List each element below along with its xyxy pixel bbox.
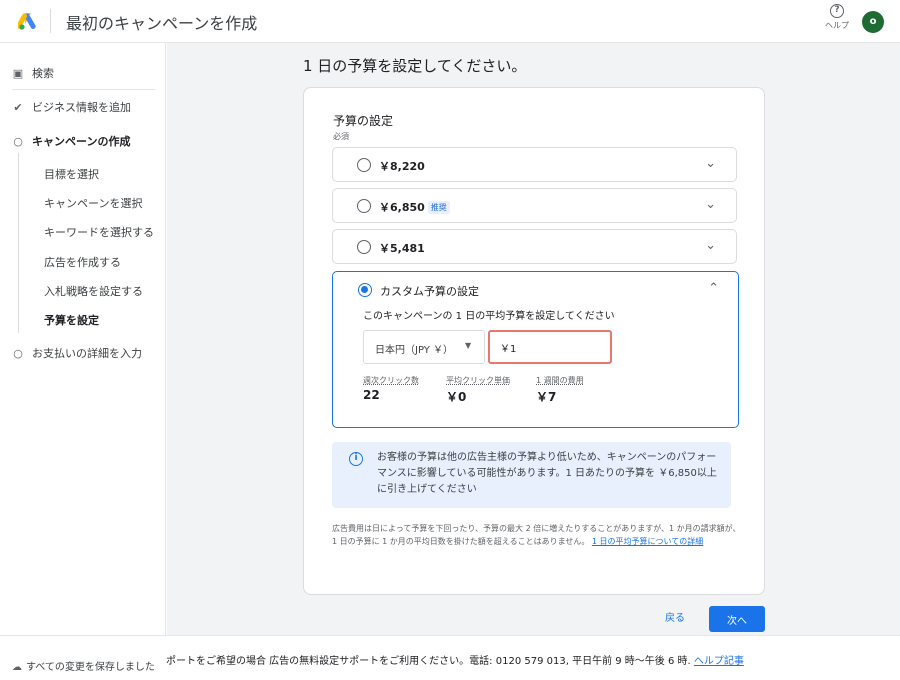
sidebar-item-search[interactable]: ▣ 検索 — [12, 65, 54, 81]
page-header-title: 最初のキャンペーンを作成 — [66, 14, 258, 33]
google-ads-logo — [18, 13, 36, 30]
check-circle-icon: ✔ — [13, 101, 23, 114]
radio-button[interactable] — [357, 199, 371, 213]
header-divider — [50, 9, 51, 33]
sidebar-step-keywords[interactable]: キーワードを選択する — [44, 224, 154, 240]
fine-print: 広告費用は日によって予算を下回ったり、予算の最大 2 倍に増えたりすることがあり… — [332, 523, 742, 548]
back-button[interactable]: 戻る — [665, 609, 685, 624]
help-article-link[interactable]: ヘルプ記事 — [694, 656, 744, 667]
budget-amount: ￥5,481 — [379, 242, 425, 255]
sidebar-item-label: 検索 — [32, 67, 54, 80]
budget-amount: ￥6,850 — [379, 201, 425, 214]
circle-icon: ○ — [13, 347, 23, 360]
custom-budget-label: カスタム予算の設定 — [380, 285, 479, 298]
sidebar-item-label: お支払いの詳細を入力 — [32, 347, 142, 360]
sidebar: ▣ 検索 ✔ ビジネス情報を追加 ○ キャンペーンの作成 目標を選択 キャンペーンを選… — [0, 43, 166, 635]
sidebar-item-add-business[interactable]: ✔ ビジネス情報を追加 — [12, 99, 131, 115]
help-icon: ? — [830, 4, 844, 18]
avatar[interactable]: o — [862, 11, 884, 33]
sidebar-item-label: キャンペーンの作成 — [32, 135, 131, 148]
sidebar-divider — [12, 89, 155, 90]
custom-budget-description: このキャンペーンの 1 日の平均予算を設定してください — [363, 311, 615, 322]
low-budget-alert: i お客様の予算は他の広告主様の予算より低いため、キャンペーンのパフォーマンスに… — [332, 442, 731, 508]
stat-label: 平均クリック単価 — [446, 376, 510, 385]
currency-select[interactable]: 日本円（JPY ￥） ▼ — [363, 330, 485, 364]
alert-text: お客様の予算は他の広告主様の予算より低いため、キャンペーンのパフォーマンスに影響… — [377, 452, 717, 495]
budget-option-1[interactable]: ￥8,220 ⌄ — [332, 147, 737, 182]
stat-label: 週次クリック数 — [363, 376, 419, 385]
budget-card: 予算の設定 必須 ￥8,220 ⌄ ￥6,850 推奨 ⌄ ￥5,481 ⌄ カス… — [303, 87, 765, 595]
app-header: 最初のキャンペーンを作成 ? ヘルプ o — [0, 0, 900, 43]
currency-value: 日本円（JPY ￥） — [375, 345, 454, 356]
budget-amount-wrapper: ￥6,850 推奨 — [379, 199, 450, 215]
sidebar-item-label: ビジネス情報を追加 — [32, 101, 131, 114]
required-label: 必須 — [333, 132, 349, 141]
support-banner: ポートをご希望の場合 広告の無料設定サポートをご利用ください。電話: 0120 … — [166, 652, 744, 667]
footer: ☁ すべての変更を保存しました ポートをご希望の場合 広告の無料設定サポートをご利… — [0, 635, 900, 680]
custom-budget-panel: カスタム予算の設定 ⌃ このキャンペーンの 1 日の平均予算を設定してください … — [332, 271, 739, 428]
recommended-badge: 推奨 — [427, 201, 450, 214]
section-title: 予算の設定 — [333, 114, 394, 128]
stat-weekly-clicks: 週次クリック数 22 — [363, 375, 419, 402]
budget-amount-input[interactable] — [488, 330, 612, 364]
info-icon: i — [349, 452, 363, 466]
budget-amount: ￥8,220 — [379, 160, 425, 173]
save-status-text: すべての変更を保存しました — [26, 662, 155, 673]
sidebar-step-rail — [18, 153, 19, 333]
sidebar-step-bidding[interactable]: 入札戦略を設定する — [44, 283, 143, 299]
next-button[interactable]: 次へ — [709, 606, 765, 632]
budget-option-2[interactable]: ￥6,850 推奨 ⌄ — [332, 188, 737, 223]
sidebar-step-goal[interactable]: 目標を選択 — [44, 166, 99, 182]
sidebar-item-payment[interactable]: ○ お支払いの詳細を入力 — [12, 345, 142, 361]
main-content: 1 日の予算を設定してください。 予算の設定 必須 ￥8,220 ⌄ ￥6,85… — [167, 43, 900, 635]
circle-icon: ○ — [13, 135, 23, 148]
page-title: 1 日の予算を設定してください。 — [303, 57, 527, 75]
chevron-down-icon[interactable]: ⌄ — [705, 197, 716, 212]
save-status: ☁ すべての変更を保存しました — [12, 658, 155, 673]
chevron-down-icon[interactable]: ⌄ — [705, 156, 716, 171]
chevron-up-icon[interactable]: ⌃ — [708, 281, 719, 296]
radio-button[interactable] — [357, 240, 371, 254]
support-text: ポートをご希望の場合 広告の無料設定サポートをご利用ください。電話: 0120 … — [166, 656, 691, 667]
radio-button[interactable] — [357, 158, 371, 172]
sidebar-step-ads[interactable]: 広告を作成する — [44, 254, 121, 270]
search-icon: ▣ — [12, 67, 24, 80]
stat-value: 22 — [363, 388, 380, 402]
sidebar-step-campaign[interactable]: キャンペーンを選択 — [44, 195, 142, 211]
budget-help-link[interactable]: 1 日の平均予算についての詳細 — [592, 537, 703, 546]
sidebar-step-budget[interactable]: 予算を設定 — [44, 312, 99, 328]
dropdown-arrow-icon: ▼ — [465, 341, 472, 350]
stat-value: ￥0 — [446, 390, 467, 404]
stat-avg-cpc: 平均クリック単価 ￥0 — [446, 375, 510, 405]
budget-option-3[interactable]: ￥5,481 ⌄ — [332, 229, 737, 264]
radio-button-selected[interactable] — [358, 283, 372, 297]
stat-label: 1 週間の費用 — [536, 376, 584, 385]
help-button[interactable]: ? ヘルプ — [820, 4, 854, 31]
stat-weekly-cost: 1 週間の費用 ￥7 — [536, 375, 584, 405]
chevron-down-icon[interactable]: ⌄ — [705, 238, 716, 253]
sidebar-item-campaign-create[interactable]: ○ キャンペーンの作成 — [12, 133, 130, 149]
cloud-icon: ☁ — [12, 662, 22, 673]
stat-value: ￥7 — [536, 390, 557, 404]
help-label: ヘルプ — [825, 21, 849, 30]
